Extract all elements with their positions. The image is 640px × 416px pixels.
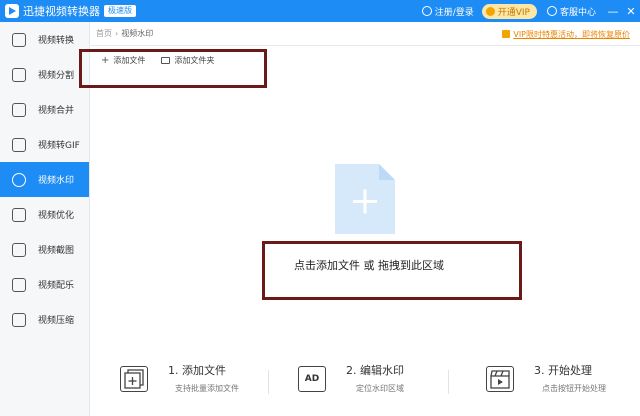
compress-icon — [12, 312, 26, 327]
sidebar-item-label: 视频优化 — [38, 211, 75, 221]
clapperboard-icon — [486, 366, 514, 392]
vip-button[interactable]: 开通VIP — [481, 3, 537, 19]
title-bar: 迅捷视频转换器 极速版 注册/登录 开通VIP 客服中心 — ✕ — [0, 0, 640, 22]
sidebar-item-video-split[interactable]: 视频分割 — [0, 57, 89, 92]
watermark-icon — [12, 172, 26, 187]
video-split-icon — [12, 67, 26, 82]
optimize-icon — [12, 207, 26, 222]
promo-link[interactable]: VIP限时特惠活动，即将恢复原价 — [502, 22, 630, 46]
edition-badge: 极速版 — [104, 5, 136, 17]
service-label: 客服中心 — [559, 7, 596, 18]
promo-text: VIP限时特惠活动，即将恢复原价 — [513, 29, 630, 39]
sidebar-item-label: 视频截图 — [38, 246, 75, 256]
service-center-button[interactable]: 客服中心 — [546, 5, 596, 18]
sidebar: 视频转换 视频分割 视频合并 视频转GIF 视频水印 视频优化 视频截图 视频配… — [0, 22, 90, 416]
highlight-box-toolbar — [79, 49, 267, 88]
step-desc: 支持批量添加文件 — [175, 384, 239, 393]
close-button[interactable]: ✕ — [622, 0, 640, 22]
step-divider — [268, 370, 269, 394]
step-desc: 定位水印区域 — [356, 384, 404, 393]
sidebar-item-video-to-gif[interactable]: 视频转GIF — [0, 127, 89, 162]
headset-icon — [546, 6, 557, 16]
step-start-processing: 3. 开始处理 点击按钮开始处理 — [486, 362, 636, 402]
sidebar-item-video-screenshot[interactable]: 视频截图 — [0, 232, 89, 267]
sidebar-item-label: 视频转换 — [38, 36, 75, 46]
sidebar-item-label: 视频压缩 — [38, 316, 75, 326]
minimize-button[interactable]: — — [604, 0, 622, 22]
drop-zone-caption[interactable]: 点击添加文件 或 拖拽到此区域 — [294, 257, 444, 273]
step-edit-watermark: AD 2. 编辑水印 定位水印区域 — [298, 362, 448, 402]
step-desc: 点击按钮开始处理 — [542, 384, 606, 393]
sidebar-item-label: 视频转GIF — [38, 141, 80, 151]
sidebar-item-video-merge[interactable]: 视频合并 — [0, 92, 89, 127]
gif-icon — [12, 137, 26, 152]
breadcrumb: 首页 › 视频水印 VIP限时特惠活动，即将恢复原价 — [91, 22, 640, 46]
step-title: 2. 编辑水印 — [346, 364, 404, 377]
sidebar-item-label: 视频分割 — [38, 71, 75, 81]
step-title: 3. 开始处理 — [534, 364, 592, 377]
vip-label: 开通VIP — [497, 7, 530, 18]
sidebar-item-video-watermark[interactable]: 视频水印 — [0, 162, 89, 197]
app-title: 迅捷视频转换器 — [23, 5, 100, 18]
breadcrumb-home[interactable]: 首页 — [96, 28, 112, 39]
login-button[interactable]: 注册/登录 — [421, 5, 474, 18]
music-icon — [12, 277, 26, 292]
sidebar-item-video-compress[interactable]: 视频压缩 — [0, 302, 89, 337]
step-divider — [448, 370, 449, 394]
sidebar-item-label: 视频水印 — [38, 176, 75, 186]
sidebar-item-label: 视频配乐 — [38, 281, 75, 291]
breadcrumb-current: 视频水印 — [121, 29, 154, 38]
login-label: 注册/登录 — [434, 7, 474, 18]
step-title: 1. 添加文件 — [168, 364, 226, 377]
step-add-file: 1. 添加文件 支持批量添加文件 — [120, 362, 270, 402]
screenshot-icon — [12, 242, 26, 257]
gift-icon — [502, 30, 511, 38]
add-file-step-icon — [120, 366, 148, 392]
vip-crown-icon — [485, 6, 495, 16]
sidebar-item-video-convert[interactable]: 视频转换 — [0, 22, 89, 57]
user-icon — [421, 6, 432, 16]
add-file-large-icon — [335, 164, 395, 234]
breadcrumb-separator: › — [115, 29, 119, 38]
sidebar-item-label: 视频合并 — [38, 106, 75, 116]
sidebar-item-video-optimize[interactable]: 视频优化 — [0, 197, 89, 232]
ad-icon: AD — [298, 366, 326, 392]
sidebar-item-video-music[interactable]: 视频配乐 — [0, 267, 89, 302]
title-bar-actions: 注册/登录 开通VIP 客服中心 — ✕ — [421, 0, 640, 22]
video-merge-icon — [12, 102, 26, 117]
drop-zone-file-icon[interactable] — [335, 164, 395, 234]
video-convert-icon — [12, 32, 26, 47]
app-logo-icon — [5, 4, 19, 18]
